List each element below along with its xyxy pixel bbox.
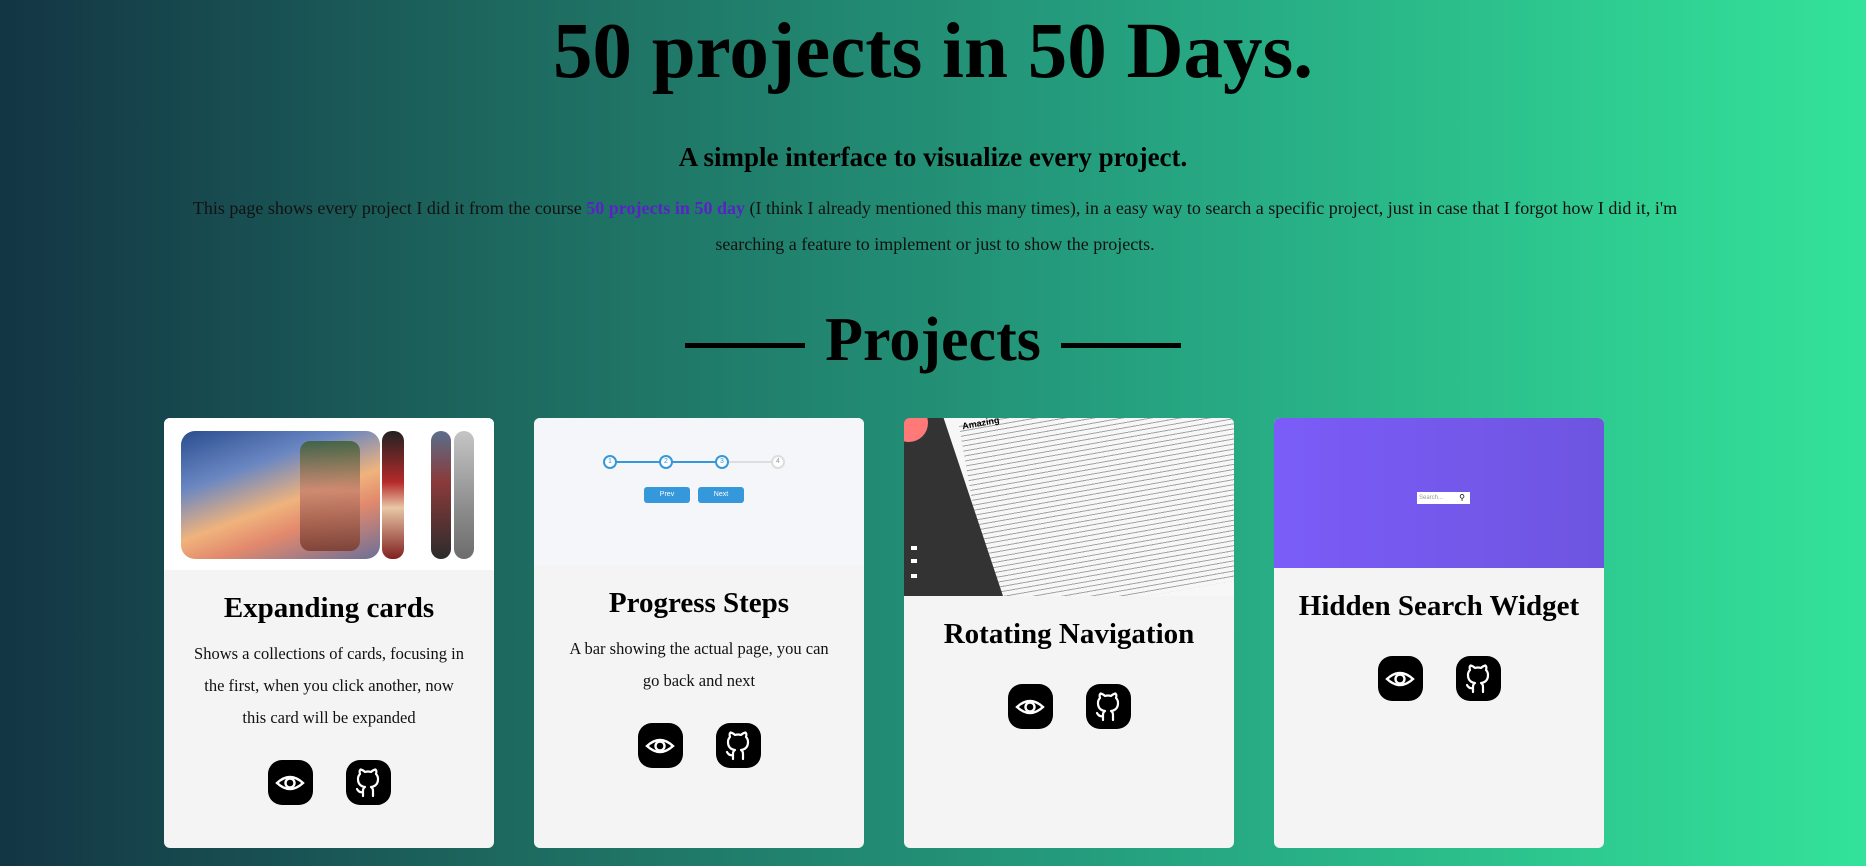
project-preview-image: Amazing (904, 418, 1234, 596)
project-description: Shows a collections of cards, focusing i… (194, 644, 464, 727)
eye-icon[interactable] (1007, 684, 1053, 729)
preview-panel-strip (454, 431, 474, 559)
project-title: Progress Steps (608, 587, 790, 619)
project-actions (904, 684, 1234, 729)
eye-icon[interactable] (1377, 656, 1423, 701)
preview-prev-button: Prev (644, 487, 690, 503)
project-title: Hidden Search Widget (1298, 590, 1580, 622)
intro-text-before: This page shows every project I did it f… (192, 198, 587, 218)
progress-step: 2 (659, 455, 673, 469)
course-link[interactable]: 50 projects in 50 day (586, 198, 745, 218)
preview-panel-main (181, 431, 380, 559)
page-subtitle: A simple interface to visualize every pr… (678, 142, 1188, 172)
search-icon: ⚲ (1459, 493, 1465, 502)
heading-rule-left (685, 342, 806, 348)
github-icon[interactable] (345, 760, 391, 805)
projects-heading: Projects (0, 300, 1866, 380)
project-card-expanding-cards: Expanding cards Shows a collections of c… (164, 418, 494, 848)
github-icon[interactable] (715, 723, 761, 768)
eye-icon[interactable] (637, 723, 683, 768)
project-actions (1274, 656, 1604, 701)
progress-step: 1 (603, 455, 617, 469)
intro-paragraph: This page shows every project I did it f… (180, 190, 1690, 262)
eye-icon[interactable] (267, 760, 313, 805)
project-preview-image (164, 418, 494, 570)
github-icon[interactable] (1455, 656, 1501, 701)
project-card-rotating-navigation: Amazing Rotating Navigation (904, 418, 1234, 848)
progress-step: 3 (715, 455, 729, 469)
page-title: 50 projects in 50 Days. (553, 8, 1313, 95)
projects-heading-text: Projects (825, 306, 1041, 374)
preview-next-button: Next (698, 487, 744, 503)
project-actions (164, 760, 494, 805)
intro-text-after: (I think I already mentioned this many t… (715, 198, 1678, 254)
project-actions (534, 723, 864, 768)
project-card-hidden-search-widget: Search... ⚲ Hidden Search Widget (1274, 418, 1604, 848)
preview-panel-strip (431, 431, 451, 559)
project-title: Rotating Navigation (943, 618, 1195, 650)
preview-text-lines (959, 418, 1234, 596)
preview-nav-item (911, 574, 917, 578)
project-preview-image: Search... ⚲ (1274, 418, 1604, 568)
project-title: Expanding cards (223, 592, 435, 624)
preview-nav-item (911, 546, 917, 550)
project-description: A bar showing the actual page, you can g… (569, 639, 829, 690)
preview-search-placeholder: Search... (1419, 495, 1444, 501)
heading-rule-right (1060, 342, 1181, 348)
github-icon[interactable] (1085, 684, 1131, 729)
project-card-progress-steps: 1 2 3 4 Prev Next Progress Steps A bar s… (534, 418, 864, 848)
progress-step: 4 (771, 455, 785, 469)
preview-panel-strip (382, 431, 404, 559)
preview-search-box: Search... ⚲ (1417, 492, 1470, 504)
preview-nav-item (911, 559, 917, 563)
project-preview-image: 1 2 3 4 Prev Next (534, 418, 864, 565)
progress-line-inactive (722, 461, 778, 463)
